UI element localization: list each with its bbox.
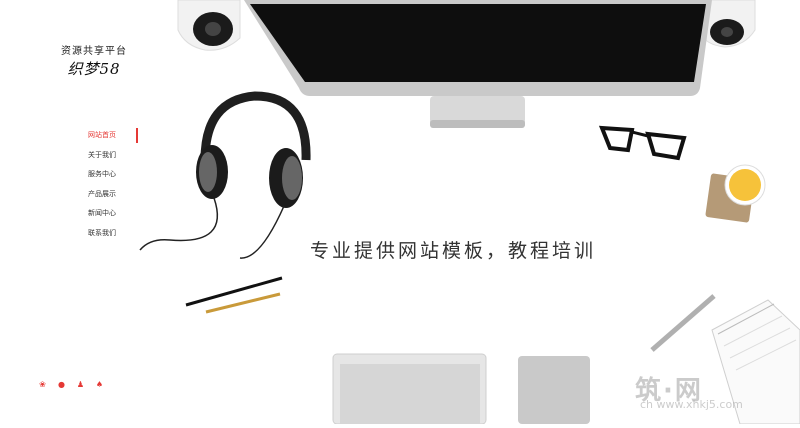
social-links: ❀ ● ♟ ♠	[38, 380, 104, 389]
monitor	[244, 0, 712, 128]
speaker-left	[177, 0, 241, 51]
trackpad	[518, 356, 590, 424]
pencils	[185, 276, 283, 314]
renren-icon[interactable]: ♠	[95, 380, 104, 389]
hero-tagline: 专业提供网站模板，教程培训	[310, 240, 597, 262]
sidebar: 资源共享平台 织梦58 网站首页 关于我们 服务中心 产品展示 新闻中心 联系我…	[0, 0, 138, 424]
nav-item-services[interactable]: 服务中心	[0, 165, 138, 185]
keyboard	[332, 353, 487, 425]
nav-item-products[interactable]: 产品展示	[0, 185, 138, 205]
logo-tagline: 资源共享平台	[61, 46, 127, 57]
watermark-url: ch www.xhkj5.com	[640, 398, 743, 411]
main-nav: 网站首页 关于我们 服务中心 产品展示 新闻中心 联系我们	[0, 126, 138, 244]
wechat-icon[interactable]: ●	[57, 380, 66, 389]
weibo-icon[interactable]: ❀	[38, 380, 47, 389]
nav-item-news[interactable]: 新闻中心	[0, 204, 138, 224]
nav-item-contact[interactable]: 联系我们	[0, 224, 138, 244]
site-logo[interactable]: 资源共享平台 织梦58	[58, 42, 130, 79]
pen	[650, 294, 716, 352]
headphones	[139, 91, 311, 259]
qq-icon[interactable]: ♟	[76, 380, 85, 389]
nav-item-home[interactable]: 网站首页	[0, 126, 138, 146]
logo-name: 织梦58	[67, 60, 121, 78]
glasses	[598, 125, 687, 161]
juice-glass	[705, 164, 766, 223]
nav-item-about[interactable]: 关于我们	[0, 146, 138, 166]
